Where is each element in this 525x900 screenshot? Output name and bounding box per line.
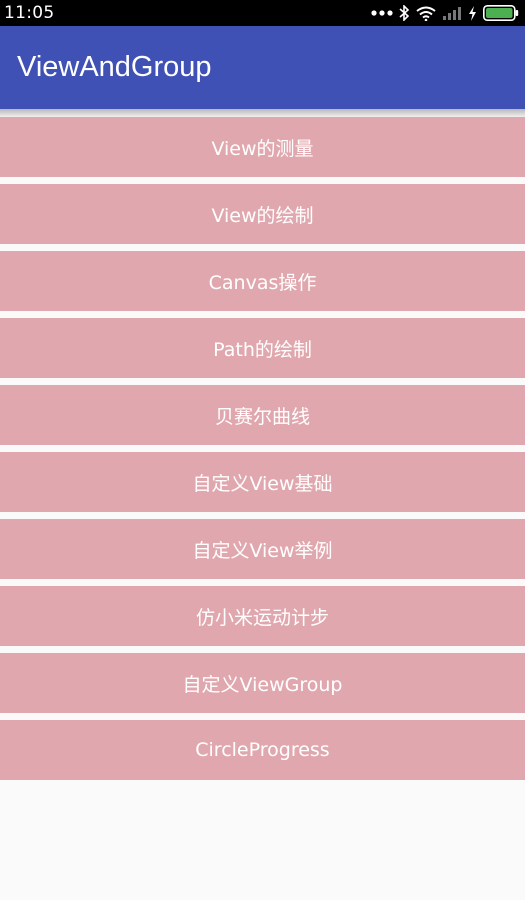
menu-item-label: Canvas操作	[208, 271, 317, 294]
app-bar: ViewAndGroup	[0, 26, 525, 109]
charging-icon	[468, 5, 477, 21]
signal-icon	[442, 6, 462, 20]
menu-item-label: View的测量	[211, 137, 314, 160]
menu-item-label: 自定义View举例	[192, 539, 333, 562]
menu-item-label: CircleProgress	[195, 739, 330, 761]
menu-item-label: 贝赛尔曲线	[214, 405, 310, 428]
status-time: 11:05	[4, 3, 55, 23]
menu-item-canvas-ops[interactable]: Canvas操作	[0, 251, 525, 311]
menu-item-circle-progress[interactable]: CircleProgress	[0, 720, 525, 780]
app-bar-shadow	[0, 109, 525, 117]
bluetooth-icon	[399, 5, 410, 21]
battery-icon	[483, 5, 519, 21]
status-icons	[371, 5, 519, 21]
menu-list: View的测量 View的绘制 Canvas操作 Path的绘制 贝赛尔曲线 自…	[0, 117, 525, 787]
menu-item-label: Path的绘制	[213, 338, 312, 361]
menu-item-label: View的绘制	[211, 204, 314, 227]
menu-item-view-measure[interactable]: View的测量	[0, 117, 525, 177]
menu-item-custom-view-examples[interactable]: 自定义View举例	[0, 519, 525, 579]
status-bar: 11:05	[0, 0, 525, 26]
menu-item-label: 自定义View基础	[192, 472, 333, 495]
menu-item-label: 仿小米运动计步	[195, 606, 329, 629]
menu-item-view-draw[interactable]: View的绘制	[0, 184, 525, 244]
menu-item-bezier[interactable]: 贝赛尔曲线	[0, 385, 525, 445]
menu-item-mi-step-counter[interactable]: 仿小米运动计步	[0, 586, 525, 646]
menu-item-label: 自定义ViewGroup	[182, 673, 343, 696]
menu-item-custom-viewgroup[interactable]: 自定义ViewGroup	[0, 653, 525, 713]
wifi-icon	[416, 6, 436, 21]
menu-item-custom-view-basics[interactable]: 自定义View基础	[0, 452, 525, 512]
app-title: ViewAndGroup	[17, 51, 212, 83]
menu-item-path-draw[interactable]: Path的绘制	[0, 318, 525, 378]
more-dots-icon	[371, 9, 393, 17]
